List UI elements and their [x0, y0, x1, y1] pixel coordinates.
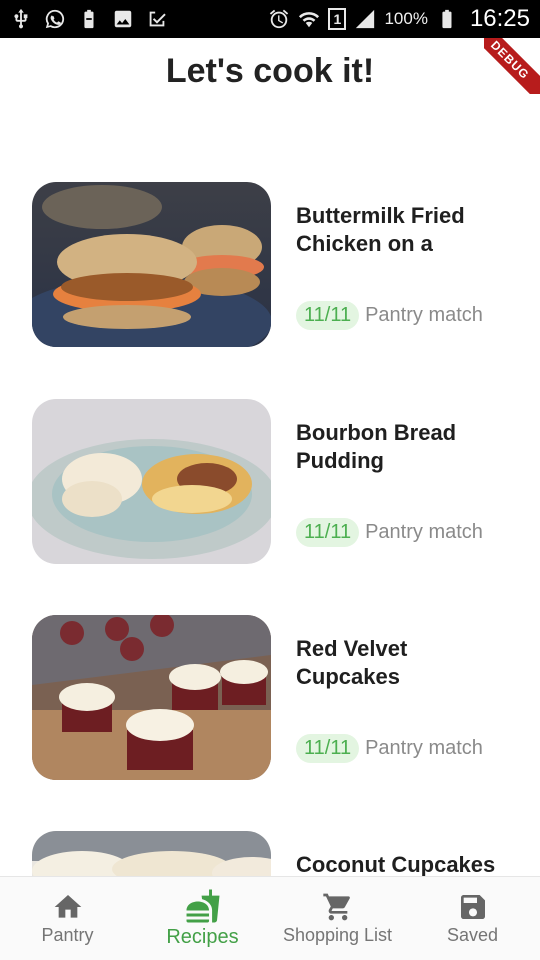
recipe-info: Red Velvet Cupcakes 11/11 Pantry match: [296, 615, 512, 780]
recipe-card[interactable]: Red Velvet Cupcakes 11/11 Pantry match: [32, 615, 512, 780]
usb-icon: [10, 8, 32, 30]
pantry-match-row: 11/11 Pantry match: [296, 301, 483, 330]
alarm-icon: [268, 8, 290, 30]
recipe-info: Buttermilk Fried Chicken on a 11/11 Pant…: [296, 182, 512, 347]
recipe-image-coconut-cupcakes: [32, 831, 271, 876]
recipe-card[interactable]: Bourbon Bread Pudding 11/11 Pantry match: [32, 399, 512, 564]
sim-icon: 1: [328, 8, 347, 30]
pantry-match-row: 11/11 Pantry match: [296, 518, 483, 547]
nav-shopping-list[interactable]: Shopping List: [270, 877, 405, 960]
recipe-list[interactable]: Buttermilk Fried Chicken on a 11/11 Pant…: [0, 182, 540, 876]
battery-percent: 100%: [384, 9, 428, 28]
recipe-card[interactable]: Coconut Cupcakes: [32, 831, 512, 876]
recipe-image-bread-pudding: [32, 399, 271, 564]
save-icon: [460, 895, 485, 919]
recipe-title: Red Velvet Cupcakes: [296, 636, 408, 689]
home-icon: [54, 895, 81, 918]
recipe-info: Bourbon Bread Pudding 11/11 Pantry match: [296, 399, 512, 564]
status-left: [10, 8, 168, 30]
wifi-icon: [298, 8, 320, 30]
sim-label: 1: [333, 11, 342, 27]
nav-recipes[interactable]: Recipes: [135, 877, 270, 960]
recipe-title: Bourbon Bread Pudding: [296, 420, 457, 473]
recipe-card[interactable]: Buttermilk Fried Chicken on a 11/11 Pant…: [32, 182, 512, 347]
recipe-image-fried-chicken: [32, 182, 271, 347]
clock: 16:25: [469, 5, 530, 32]
image-icon: [112, 8, 134, 30]
recipe-info: Coconut Cupcakes: [296, 831, 512, 876]
cart-icon: [322, 893, 350, 921]
whatsapp-icon: [44, 8, 66, 30]
recipe-title: Coconut Cupcakes: [296, 852, 496, 876]
nav-pantry[interactable]: Pantry: [0, 877, 135, 960]
nav-recipes-label: Recipes: [166, 926, 239, 948]
nav-pantry-label: Pantry: [41, 925, 94, 945]
pantry-match-label: Pantry match: [365, 304, 483, 326]
pantry-match-label: Pantry match: [365, 737, 483, 759]
status-bar: 1 100% 16:25: [0, 0, 540, 38]
pantry-match-row: 11/11 Pantry match: [296, 734, 483, 763]
battery-saver-icon: [78, 8, 100, 30]
check-icon: [146, 8, 168, 30]
pantry-match-badge: 11/11: [296, 301, 360, 330]
pantry-match-label: Pantry match: [365, 521, 483, 543]
status-right: 1 100% 16:25: [268, 5, 530, 33]
nav-saved[interactable]: Saved: [405, 877, 540, 960]
pantry-match-badge: 11/11: [296, 734, 360, 763]
pantry-match-badge: 11/11: [296, 518, 360, 547]
recipe-title: Buttermilk Fried Chicken on a: [296, 203, 465, 256]
fastfood-icon: [186, 889, 219, 923]
battery-icon: [436, 8, 458, 30]
nav-shopping-list-label: Shopping List: [282, 925, 393, 945]
signal-icon: [354, 8, 376, 30]
nav-saved-label: Saved: [446, 925, 499, 945]
bottom-navigation: Pantry Recipes Shopping List Saved: [0, 876, 540, 960]
page-title: Let's cook it!: [165, 52, 375, 90]
recipe-image-red-velvet: [32, 615, 271, 780]
